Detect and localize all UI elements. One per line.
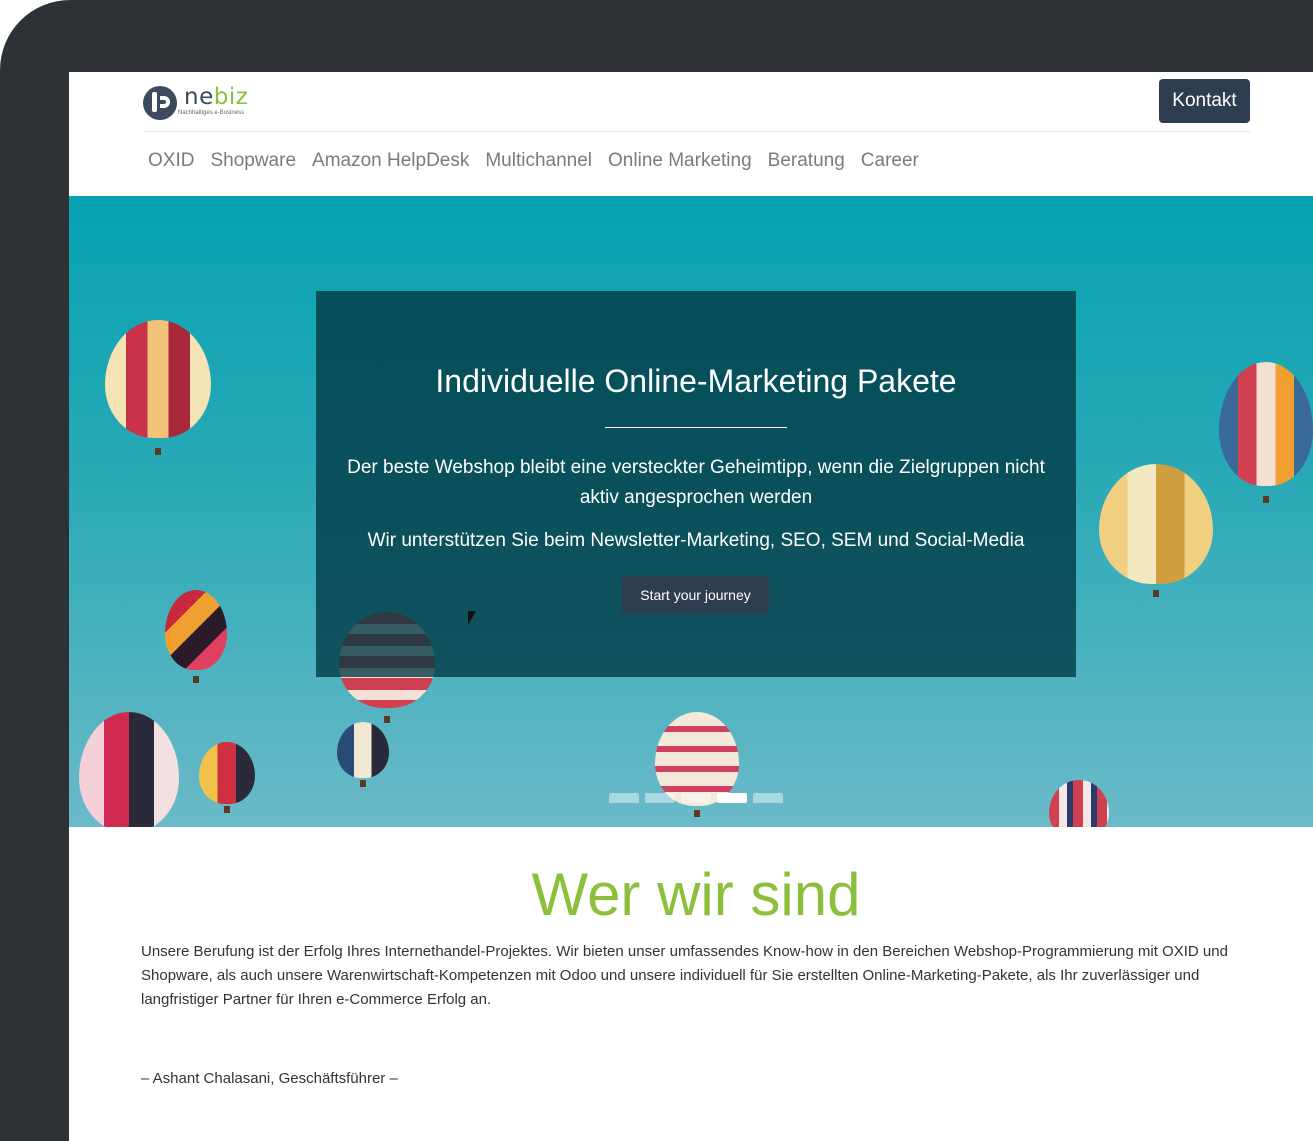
hot-air-balloon-image bbox=[105, 320, 211, 460]
kontakt-button[interactable]: Kontakt bbox=[1159, 79, 1250, 123]
logo-wordmark: nebiz bbox=[184, 84, 249, 110]
logo-tagline: Nachhaltiges e-Business bbox=[178, 110, 245, 116]
carousel-indicator[interactable] bbox=[609, 793, 639, 803]
carousel-indicator[interactable] bbox=[645, 793, 675, 803]
hot-air-balloon-image bbox=[199, 742, 255, 814]
hero-carousel: Individuelle Online-Marketing Pakete Der… bbox=[69, 196, 1313, 827]
hero-caption-panel: Individuelle Online-Marketing Pakete Der… bbox=[316, 291, 1076, 677]
main-nav: OXID Shopware Amazon HelpDesk Multichann… bbox=[148, 150, 919, 172]
hot-air-balloon-image bbox=[1099, 464, 1213, 604]
carousel-indicator-active[interactable] bbox=[717, 793, 747, 803]
carousel-indicator[interactable] bbox=[681, 793, 711, 803]
nebiz-logo[interactable]: nebiz Nachhaltiges e-Business bbox=[143, 84, 263, 120]
nav-item-shopware[interactable]: Shopware bbox=[210, 150, 296, 172]
hero-title-underline bbox=[605, 427, 787, 428]
about-heading: Wer wir sind bbox=[531, 861, 861, 928]
hot-air-balloon-image bbox=[337, 722, 389, 788]
device-frame: nebiz Nachhaltiges e-Business Kontakt OX… bbox=[0, 0, 1313, 1141]
about-signature: – Ashant Chalasani, Geschäftsführer – bbox=[141, 1070, 398, 1087]
header-divider bbox=[143, 131, 1250, 132]
hero-title: Individuelle Online-Marketing Pakete bbox=[435, 363, 957, 399]
nav-item-career[interactable]: Career bbox=[861, 150, 919, 172]
hot-air-balloon-image bbox=[165, 590, 227, 686]
site-header: nebiz Nachhaltiges e-Business Kontakt OX… bbox=[69, 72, 1313, 196]
nav-item-online-marketing[interactable]: Online Marketing bbox=[608, 150, 752, 172]
hot-air-balloon-image bbox=[79, 712, 179, 827]
hot-air-balloon-image bbox=[1219, 362, 1313, 510]
hero-paragraph-1: Der beste Webshop bleibt eine versteckte… bbox=[347, 457, 1045, 508]
nav-item-multichannel[interactable]: Multichannel bbox=[485, 150, 592, 172]
nav-item-beratung[interactable]: Beratung bbox=[768, 150, 845, 172]
carousel-indicators bbox=[609, 793, 783, 803]
nav-item-amazon-helpdesk[interactable]: Amazon HelpDesk bbox=[312, 150, 469, 172]
carousel-indicator[interactable] bbox=[753, 793, 783, 803]
mouse-pointer-icon bbox=[468, 611, 476, 625]
browser-screen: nebiz Nachhaltiges e-Business Kontakt OX… bbox=[69, 72, 1313, 1141]
logo-mark-icon bbox=[143, 86, 177, 120]
nav-item-oxid[interactable]: OXID bbox=[148, 150, 194, 172]
start-journey-button[interactable]: Start your journey bbox=[622, 576, 769, 614]
hot-air-balloon-image bbox=[1049, 780, 1109, 827]
about-text: Unsere Berufung ist der Erfolg Ihres Int… bbox=[141, 943, 1228, 1008]
hero-paragraph-2: Wir unterstützen Sie beim Newsletter-Mar… bbox=[367, 530, 1025, 551]
hot-air-balloon-image bbox=[655, 712, 739, 822]
